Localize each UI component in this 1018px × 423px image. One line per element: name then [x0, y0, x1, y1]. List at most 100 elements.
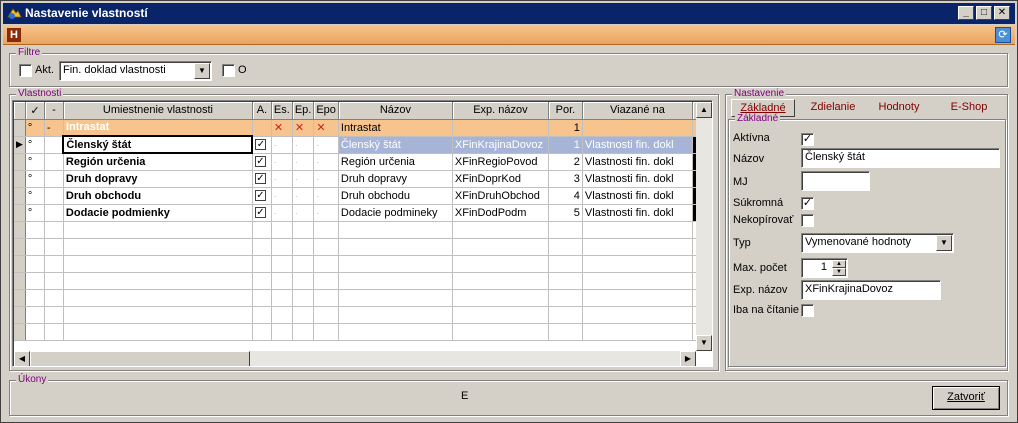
readonly-checkbox[interactable] [801, 304, 814, 317]
maximize-button[interactable]: □ [976, 6, 992, 20]
cell-order[interactable]: 5 [548, 204, 583, 222]
cell-ep[interactable]: · [292, 204, 315, 222]
maxcount-stepper[interactable]: 1 ▲ ▼ [801, 258, 848, 278]
empty-row[interactable] [14, 306, 709, 324]
cell-checkbox[interactable]: ✓ [254, 207, 266, 219]
mj-field[interactable] [801, 171, 870, 191]
empty-cell[interactable] [313, 255, 339, 273]
empty-cell[interactable] [338, 255, 453, 273]
empty-cell[interactable] [548, 238, 583, 256]
empty-cell[interactable] [548, 221, 583, 239]
cell-location[interactable]: Druh dopravy [63, 170, 253, 188]
empty-cell[interactable] [582, 323, 693, 341]
cell-es[interactable]: · [271, 204, 293, 222]
column-header-bound[interactable]: Viazané na [582, 102, 693, 120]
empty-cell[interactable] [25, 255, 45, 273]
row-indicator[interactable] [14, 306, 26, 324]
cell-bound[interactable]: Vlastnosti fin. dokl [582, 136, 693, 154]
nocopy-checkbox[interactable] [801, 214, 814, 227]
scroll-right-icon[interactable]: ▶ [680, 351, 696, 366]
column-header-a[interactable]: A. [252, 102, 272, 120]
cell-order[interactable]: 1 [548, 119, 583, 137]
h-button[interactable]: H [7, 28, 21, 42]
title-bar[interactable]: Nastavenie vlastností _ □ ✕ [3, 3, 1015, 24]
empty-cell[interactable] [582, 306, 693, 324]
empty-cell[interactable] [313, 306, 339, 324]
cell-name[interactable]: Región určenia [338, 153, 453, 171]
column-header[interactable]: - [44, 102, 64, 120]
scroll-left-icon[interactable]: ◀ [14, 351, 30, 366]
empty-cell[interactable] [338, 289, 453, 307]
empty-cell[interactable] [252, 255, 272, 273]
empty-cell[interactable] [338, 323, 453, 341]
cell-bound[interactable] [582, 119, 693, 137]
cell-name[interactable]: Členský štát [338, 136, 453, 154]
empty-cell[interactable] [313, 323, 339, 341]
row-indicator[interactable] [14, 272, 26, 290]
row-indicator[interactable] [14, 187, 26, 205]
column-header-ep[interactable]: Ep. [292, 102, 315, 120]
cell-exp-name[interactable]: XFinDoprKod [452, 170, 549, 188]
cell-es[interactable]: ✕ [271, 119, 293, 137]
private-checkbox[interactable]: ✓ [801, 197, 814, 210]
tab-eshop[interactable]: E-Shop [937, 99, 1001, 117]
cell-epo[interactable]: · [313, 153, 339, 171]
empty-cell[interactable] [271, 238, 293, 256]
cell-mark[interactable]: ° [25, 170, 45, 188]
cell-location[interactable]: Členský štát [62, 135, 254, 154]
empty-cell[interactable] [252, 221, 272, 239]
cell-mark[interactable]: ° [25, 187, 45, 205]
empty-cell[interactable] [582, 272, 693, 290]
column-header-order[interactable]: Por. [548, 102, 583, 120]
cell-mark[interactable]: ° [25, 153, 45, 171]
cell-es[interactable]: · [271, 187, 293, 205]
cell-active[interactable]: ✓ [252, 204, 272, 222]
empty-cell[interactable] [338, 238, 453, 256]
filter-combo[interactable]: Fin. doklad vlastnosti ▼ [59, 61, 212, 81]
chevron-down-icon[interactable]: ▼ [936, 235, 952, 251]
empty-cell[interactable] [292, 238, 315, 256]
row-indicator[interactable] [14, 255, 26, 273]
empty-cell[interactable] [44, 221, 64, 239]
empty-cell[interactable] [313, 272, 339, 290]
empty-row[interactable] [14, 255, 709, 273]
cell-checkbox[interactable]: ✓ [254, 173, 266, 185]
cell-exp-name[interactable]: XFinDodPodm [452, 204, 549, 222]
empty-cell[interactable] [582, 238, 693, 256]
row-indicator[interactable] [14, 221, 26, 239]
cell-epo[interactable]: · [313, 204, 339, 222]
row-indicator[interactable] [14, 170, 26, 188]
empty-row[interactable] [14, 221, 709, 239]
cell-mark[interactable]: ° [25, 136, 45, 154]
empty-cell[interactable] [452, 289, 549, 307]
empty-cell[interactable] [271, 323, 293, 341]
cell-exp-name[interactable]: XFinDruhObchod [452, 187, 549, 205]
cell-ep[interactable]: · [292, 136, 315, 154]
empty-cell[interactable] [313, 238, 339, 256]
table-row[interactable]: ° Druh obchodu ✓ · · · Druh obchodu XFinDruhObc… [14, 187, 709, 205]
cell-dash[interactable] [44, 187, 64, 205]
cell-dash[interactable]: - [44, 119, 64, 137]
table-row[interactable]: ° Druh dopravy ✓ · · · Druh dopravy XFinDoprKod… [14, 170, 709, 188]
empty-cell[interactable] [25, 306, 45, 324]
cell-mark[interactable]: ° [25, 204, 45, 222]
column-header-name[interactable]: Názov [338, 102, 453, 120]
cell-dash[interactable] [44, 136, 64, 154]
name-field[interactable]: Členský štát [801, 148, 1000, 168]
cell-order[interactable]: 4 [548, 187, 583, 205]
empty-cell[interactable] [452, 255, 549, 273]
empty-cell[interactable] [44, 255, 64, 273]
empty-cell[interactable] [582, 255, 693, 273]
empty-cell[interactable] [63, 306, 253, 324]
row-indicator[interactable] [14, 204, 26, 222]
empty-cell[interactable] [271, 255, 293, 273]
row-indicator[interactable] [14, 323, 26, 341]
cell-ep[interactable]: ✕ [292, 119, 315, 137]
empty-cell[interactable] [252, 306, 272, 324]
empty-cell[interactable] [44, 272, 64, 290]
cell-exp-name[interactable] [452, 119, 549, 137]
row-indicator[interactable] [14, 153, 26, 171]
cell-exp-name[interactable]: XFinRegioPovod [452, 153, 549, 171]
active-checkbox[interactable]: ✓ [801, 133, 814, 146]
cell-location[interactable]: Intrastat [63, 119, 253, 137]
